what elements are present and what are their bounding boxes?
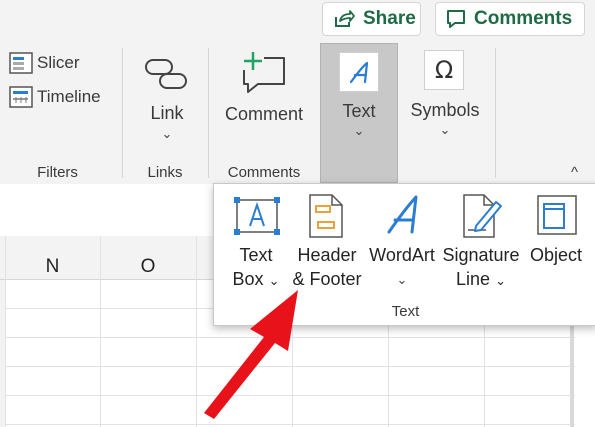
text-chevron-icon: ⌄ xyxy=(353,123,365,138)
group-divider xyxy=(208,48,209,178)
symbols-chevron-icon: ⌄ xyxy=(439,122,451,137)
timeline-icon xyxy=(9,86,33,108)
annotation-arrow-icon xyxy=(204,290,298,419)
link-label: Link xyxy=(150,103,184,123)
comments-button[interactable]: Comments xyxy=(435,2,585,36)
signature-label-line2-row: Line ⌄ xyxy=(442,268,520,292)
header-footer-icon xyxy=(309,194,343,238)
collapse-ribbon-icon[interactable]: ^ xyxy=(571,164,578,181)
link-button[interactable]: Link ⌄ xyxy=(138,50,196,154)
vertical-scrollbar[interactable] xyxy=(570,326,574,427)
link-icon xyxy=(145,59,187,89)
object-icon xyxy=(537,195,577,235)
signature-label-line2: Line xyxy=(456,269,491,289)
object-label: Object xyxy=(529,245,583,265)
column-header-n[interactable]: N xyxy=(5,256,100,278)
text-label: Text xyxy=(342,101,376,121)
share-button[interactable]: Share xyxy=(322,2,421,36)
signature-line-button[interactable]: Signature Line ⌄ xyxy=(442,192,520,297)
signature-line-icon xyxy=(463,194,502,238)
group-divider xyxy=(495,48,496,178)
header-footer-button[interactable]: Header & Footer xyxy=(290,192,364,297)
new-comment-button[interactable]: Comment xyxy=(220,48,308,158)
grid-hline xyxy=(0,424,575,425)
text-box-button[interactable]: Text Box ⌄ xyxy=(220,192,292,297)
signature-chevron-icon: ⌄ xyxy=(495,273,506,288)
header-footer-label-line1: Header xyxy=(297,245,357,265)
timeline-button[interactable]: Timeline xyxy=(9,86,101,108)
comments-label: Comments xyxy=(474,8,573,29)
column-header-o[interactable]: O xyxy=(100,256,196,278)
timeline-label: Timeline xyxy=(37,87,101,106)
comment-bubble-icon xyxy=(447,10,465,28)
group-divider xyxy=(122,48,123,178)
grid-vline xyxy=(388,326,389,427)
row-header-strip xyxy=(0,280,5,427)
text-box-icon xyxy=(234,197,280,235)
wordart-label: WordArt xyxy=(369,245,435,265)
symbols-button[interactable]: Ω Symbols ⌄ xyxy=(405,48,485,158)
symbols-label: Symbols xyxy=(410,100,480,120)
text-wordart-icon xyxy=(349,61,369,84)
omega-icon: Ω xyxy=(434,56,454,84)
symbols-icon-box: Ω xyxy=(424,50,464,90)
comments-group-label: Comments xyxy=(227,164,301,181)
text-icon-box xyxy=(339,52,379,92)
slicer-label: Slicer xyxy=(37,53,80,72)
share-icon xyxy=(335,10,355,27)
wordart-button[interactable]: WordArt ⌄ xyxy=(366,192,438,297)
slicer-button[interactable]: Slicer xyxy=(9,52,80,74)
comment-label: Comment xyxy=(224,104,304,124)
links-group-label: Links xyxy=(147,164,183,181)
wordart-chevron-icon: ⌄ xyxy=(396,272,408,287)
signature-label-line1: Signature xyxy=(442,245,520,265)
wordart-icon xyxy=(387,195,418,234)
filters-group-label: Filters xyxy=(37,164,78,181)
text-box-label-line1: Text xyxy=(239,245,273,265)
share-label: Share xyxy=(363,8,416,29)
grid-vline xyxy=(484,326,485,427)
text-button[interactable]: Text ⌄ xyxy=(320,43,398,183)
new-comment-icon xyxy=(242,50,285,93)
link-chevron-icon: ⌄ xyxy=(161,126,173,141)
slicer-icon xyxy=(9,52,33,74)
object-button[interactable]: Object xyxy=(524,192,588,297)
